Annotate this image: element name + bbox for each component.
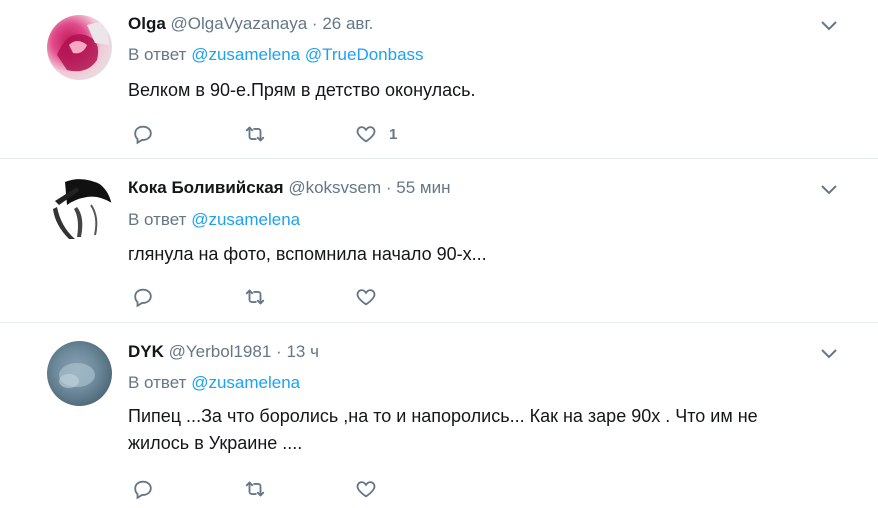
separator-dot: · <box>311 14 318 33</box>
tweet[interactable]: Кока Боливийская @koksvsem · 55 мин В от… <box>0 159 878 323</box>
avatar[interactable] <box>47 177 112 242</box>
retweet-button[interactable] <box>244 477 266 501</box>
tweet-text: Пипец ...За что боролись ,на то и напоро… <box>128 406 758 453</box>
like-button[interactable]: 1 <box>355 122 397 146</box>
display-name[interactable]: Olga <box>128 14 166 33</box>
mention-link[interactable]: @TrueDonbass <box>305 45 424 64</box>
tweet-header: Olga @OlgaVyazanaya · 26 авг. <box>128 13 373 35</box>
mention-link[interactable]: @zusamelena <box>191 45 300 64</box>
like-button[interactable] <box>355 477 377 501</box>
reply-prefix: В ответ <box>128 373 187 392</box>
chevron-down-icon[interactable] <box>820 344 838 362</box>
reply-context: В ответ @zusamelena <box>128 373 300 393</box>
heart-icon <box>356 126 376 143</box>
reply-context: В ответ @zusamelena <box>128 210 300 230</box>
tweet-header: DYK @Yerbol1981 · 13 ч <box>128 341 319 363</box>
tweet[interactable]: DYK @Yerbol1981 · 13 ч В ответ @zusamele… <box>0 323 878 508</box>
separator-dot: · <box>385 178 392 197</box>
display-name[interactable]: DYK <box>128 342 164 361</box>
user-handle[interactable]: @Yerbol1981 <box>169 342 272 361</box>
tweet-text: глянула на фото, вспомнила начало 90-х..… <box>128 244 487 264</box>
retweet-button[interactable] <box>244 122 266 146</box>
user-handle[interactable]: @koksvsem <box>288 178 381 197</box>
reply-prefix: В ответ <box>128 210 187 229</box>
mention-link[interactable]: @zusamelena <box>191 210 300 229</box>
like-count: 1 <box>389 125 398 143</box>
avatar[interactable] <box>47 15 112 80</box>
reply-context: В ответ @zusamelena @TrueDonbass <box>128 45 424 65</box>
retweet-icon <box>245 126 265 142</box>
reply-button[interactable] <box>132 477 154 501</box>
retweet-icon <box>245 289 265 305</box>
reply-button[interactable] <box>132 122 154 146</box>
timestamp[interactable]: 55 мин <box>396 178 450 197</box>
reply-icon <box>134 125 152 145</box>
tweet[interactable]: Olga @OlgaVyazanaya · 26 авг. В ответ @z… <box>0 0 878 159</box>
timestamp[interactable]: 26 авг. <box>322 14 373 33</box>
avatar[interactable] <box>47 341 112 406</box>
mention-link[interactable]: @zusamelena <box>191 373 300 392</box>
user-handle[interactable]: @OlgaVyazanaya <box>171 14 308 33</box>
heart-icon <box>356 289 376 306</box>
chevron-down-icon[interactable] <box>820 180 838 198</box>
reply-icon <box>134 480 152 500</box>
like-button[interactable] <box>355 285 377 309</box>
display-name[interactable]: Кока Боливийская <box>128 178 284 197</box>
reply-button[interactable] <box>132 285 154 309</box>
reply-prefix: В ответ <box>128 45 187 64</box>
retweet-button[interactable] <box>244 285 266 309</box>
separator-dot: · <box>276 342 282 361</box>
retweet-icon <box>245 481 265 497</box>
timestamp[interactable]: 13 ч <box>286 342 319 361</box>
tweet-text: Велком в 90-е.Прям в детство оконулась. <box>128 80 476 100</box>
reply-icon <box>134 288 152 308</box>
heart-icon <box>356 481 376 498</box>
tweet-header: Кока Боливийская @koksvsem · 55 мин <box>128 177 451 199</box>
chevron-down-icon[interactable] <box>820 16 838 34</box>
